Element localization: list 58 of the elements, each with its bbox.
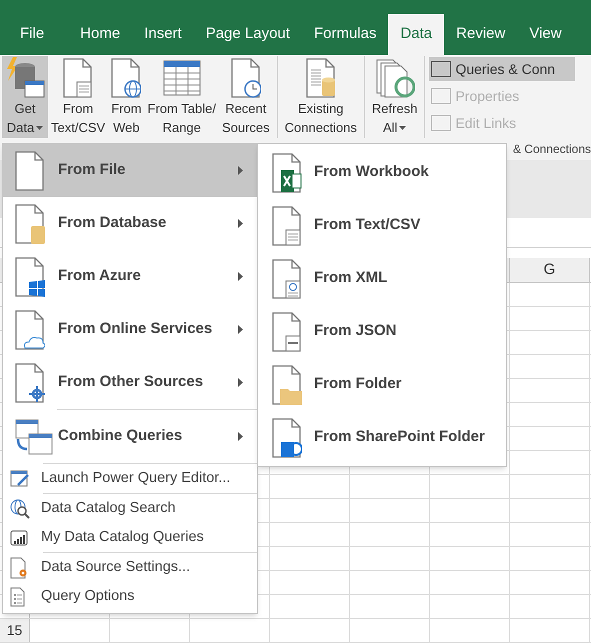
menu-item[interactable]: From Online Services — [3, 303, 257, 356]
menu-item[interactable]: From Database — [3, 197, 257, 250]
ribbon-button[interactable]: Get Data — [2, 56, 48, 138]
bar-chart-icon — [10, 530, 28, 546]
menu-item[interactable]: My Data Catalog Queries — [3, 523, 257, 552]
text-file-icon — [63, 58, 94, 98]
menu-item[interactable]: Combine Queries — [3, 410, 257, 463]
sharepoint-file-icon — [272, 418, 302, 458]
cloud-file-icon — [15, 310, 45, 350]
menu-item[interactable]: From Text/CSV — [258, 199, 506, 252]
web-file-icon — [111, 58, 142, 98]
column-header[interactable]: G — [510, 258, 590, 282]
database-file-icon — [15, 204, 45, 244]
menu-item[interactable]: Data Catalog Search — [3, 494, 257, 523]
ribbon-button[interactable]: From Table/ Range — [144, 56, 219, 138]
text-file-icon — [272, 206, 302, 246]
group-label: & Connections — [512, 141, 591, 158]
folder-file-icon — [272, 364, 302, 404]
menu-item[interactable]: From SharePoint Folder — [258, 411, 506, 464]
ribbon-button[interactable]: Recent Sources — [218, 56, 273, 138]
ribbon-tab[interactable]: Insert — [132, 14, 194, 55]
ribbon-tab[interactable]: Formulas — [302, 14, 388, 55]
windows-file-icon — [15, 256, 45, 296]
row-header[interactable]: 15 — [0, 619, 30, 642]
database-file-icon — [306, 58, 336, 98]
menu-item[interactable]: From Azure — [3, 250, 257, 303]
ribbon-tab[interactable]: Page Layout — [194, 14, 302, 55]
ribbon-tab[interactable]: Review — [444, 14, 518, 55]
file-gear-icon — [10, 556, 28, 578]
menu-item[interactable]: Launch Power Query Editor... — [3, 464, 257, 493]
ribbon-small-button[interactable]: Queries & Conn — [429, 57, 576, 81]
menu-item[interactable]: From JSON — [258, 305, 506, 358]
globe-search-icon — [10, 498, 30, 518]
menu-item[interactable]: From Folder — [258, 358, 506, 411]
menu-item[interactable]: Query Options — [3, 582, 257, 611]
menu-item[interactable]: From File — [3, 144, 257, 197]
file-list-icon — [10, 586, 26, 606]
menu-item[interactable]: Data Source Settings... — [3, 553, 257, 582]
ribbon-tab[interactable]: View — [517, 14, 574, 55]
table-icon — [162, 60, 201, 96]
ribbon-tab[interactable]: Home — [68, 14, 132, 55]
file-icon — [15, 150, 45, 190]
excel-file-icon — [272, 152, 302, 192]
ribbon-button[interactable]: From Text/CSV — [48, 56, 108, 138]
menu-item[interactable]: From XML — [258, 252, 506, 305]
ribbon-tab[interactable]: File — [8, 14, 56, 55]
json-file-icon — [272, 312, 302, 352]
table-pencil-icon — [10, 470, 30, 488]
connector-file-icon — [15, 362, 45, 402]
ribbon-button[interactable]: From Web — [108, 56, 145, 138]
ribbon-button[interactable]: Refresh All — [368, 56, 420, 138]
menu-item[interactable]: From Workbook — [258, 146, 506, 199]
ribbon-button[interactable]: Existing Connections — [282, 56, 360, 138]
menu-item[interactable]: From Other Sources — [3, 356, 257, 409]
ribbon-tab[interactable]: Data — [388, 14, 444, 55]
xml-file-icon — [272, 258, 302, 298]
recent-file-icon — [230, 58, 261, 98]
tables-icon — [15, 418, 53, 454]
